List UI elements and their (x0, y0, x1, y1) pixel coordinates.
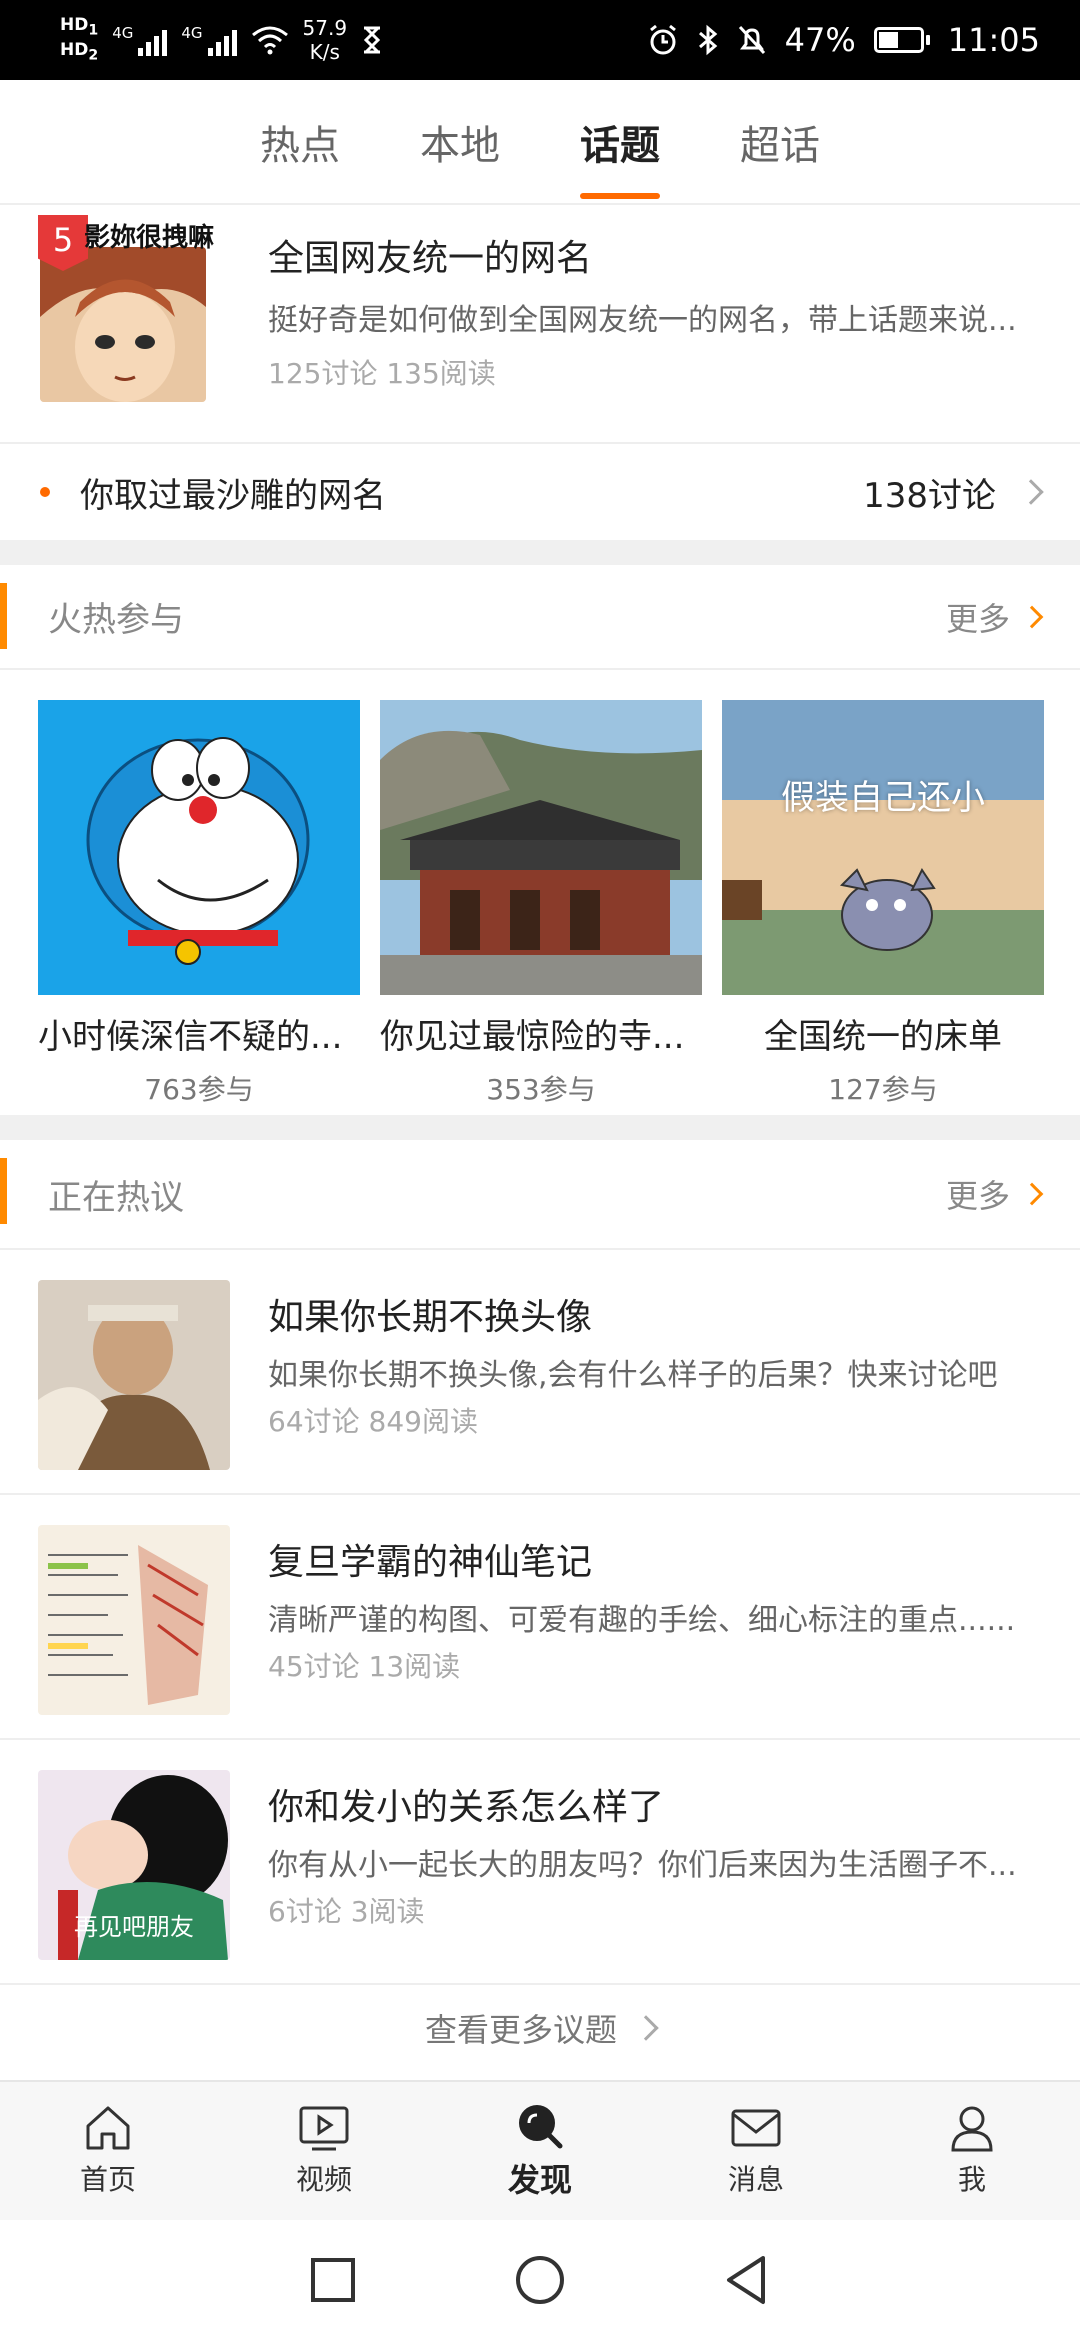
video-icon (299, 2106, 349, 2151)
discuss-item[interactable]: 再见吧朋友 你和发小的关系怎么样了 你有从小一起长大的朋友吗？你们后来因为生活圈… (0, 1740, 1080, 1985)
back-icon[interactable] (723, 2254, 771, 2306)
nav-messages[interactable]: 消息 (648, 2082, 864, 2220)
item-desc: 你有从小一起长大的朋友吗？你们后来因为生活圈子不... (268, 1848, 1017, 1883)
tab-local[interactable]: 本地 (420, 103, 500, 181)
topic-row-title: 你取过最沙雕的网名 (80, 475, 386, 516)
tab-hot[interactable]: 热点 (260, 103, 340, 181)
chevron-right-icon (1018, 479, 1044, 505)
battery-percent: 47% (784, 21, 856, 59)
tab-super-topics[interactable]: 超话 (740, 103, 820, 181)
section-divider (0, 1115, 1080, 1140)
featured-topic[interactable]: 5 影妳很拽嘛 全国网友统一的网名 挺好奇是如何做到全国网友统一的网名，带上话题… (0, 207, 1080, 442)
hot-section-header: 火热参与 更多 (0, 565, 1080, 670)
thumbnail-caption: 影妳很拽嘛 (84, 223, 215, 253)
app-root: HD1 HD2 4G 4G 57.9 K/s 47% 11:05 热点 本地 话… (0, 0, 1080, 2340)
status-bar: HD1 HD2 4G 4G 57.9 K/s 47% 11:05 (0, 0, 1080, 80)
item-desc: 清晰严谨的构图、可爱有趣的手绘、细心标注的重点...... (268, 1603, 1016, 1638)
nav-discover[interactable]: 发现 (432, 2082, 648, 2220)
card-overlay-text: 假装自己还小 (781, 778, 985, 818)
recent-apps-icon[interactable] (309, 2256, 357, 2304)
item-thumbnail (38, 1525, 230, 1715)
item-title: 你和发小的关系怎么样了 (268, 1787, 665, 1828)
card-count: 353参与 (486, 1073, 596, 1106)
discuss-section-header: 正在热议 更多 (0, 1140, 1080, 1250)
item-title: 复旦学霸的神仙笔记 (268, 1542, 593, 1583)
hd-indicator: HD1 HD2 (60, 14, 99, 64)
card-title: 你见过最惊险的寺... (380, 1017, 685, 1057)
item-desc: 如果你长期不换头像,会有什么样子的后果？快来讨论吧 (268, 1358, 998, 1393)
section-divider (0, 540, 1080, 565)
system-nav-bar (0, 2220, 1080, 2340)
home-icon (86, 2106, 130, 2150)
card-image (380, 700, 702, 995)
chevron-right-icon (633, 2014, 659, 2041)
hot-card[interactable]: 小时候深信不疑的... 763参与 (38, 700, 360, 1106)
topic-row[interactable]: 你取过最沙雕的网名 138讨论 (0, 442, 1080, 540)
hot-card[interactable]: 你见过最惊险的寺... 353参与 (380, 700, 702, 1106)
hot-section-title: 火热参与 (48, 600, 184, 640)
network-speed: 57.9 K/s (302, 16, 348, 64)
discuss-more-button[interactable]: 更多 (946, 1171, 1044, 1217)
wifi-icon (251, 26, 288, 55)
hot-card[interactable]: 假装自己还小 全国统一的床单 127参与 (722, 700, 1044, 1106)
battery-icon (873, 27, 930, 53)
discover-icon (519, 2105, 563, 2149)
item-title: 如果你长期不换头像 (268, 1297, 593, 1338)
home-button-icon[interactable] (514, 2254, 566, 2306)
card-count: 127参与 (828, 1073, 938, 1106)
discuss-item[interactable]: 如果你长期不换头像 如果你长期不换头像,会有什么样子的后果？快来讨论吧 64讨论… (0, 1250, 1080, 1495)
nav-profile[interactable]: 我 (864, 2082, 1080, 2220)
featured-thumbnail (40, 247, 206, 402)
nav-home[interactable]: 首页 (0, 2082, 216, 2220)
discuss-item[interactable]: 复旦学霸的神仙笔记 清晰严谨的构图、可爱有趣的手绘、细心标注的重点...... … (0, 1495, 1080, 1740)
item-meta: 64讨论 849阅读 (268, 1405, 478, 1438)
profile-icon (951, 2106, 993, 2152)
discuss-section-title: 正在热议 (48, 1177, 184, 1218)
nav-video[interactable]: 视频 (216, 2082, 432, 2220)
featured-meta: 125讨论 135阅读 (268, 357, 496, 390)
item-meta: 45讨论 13阅读 (268, 1650, 461, 1683)
featured-title: 全国网友统一的网名 (268, 238, 593, 279)
item-thumbnail: 再见吧朋友 (38, 1770, 230, 1960)
thumbnail-caption: 再见吧朋友 (74, 1913, 194, 1941)
item-meta: 6讨论 3阅读 (268, 1895, 425, 1928)
card-image (38, 700, 360, 995)
hourglass-icon (363, 26, 381, 54)
clock-time: 11:05 (947, 21, 1040, 59)
card-title: 全国统一的床单 (764, 1017, 1002, 1057)
chevron-right-icon (1020, 1182, 1044, 1206)
hot-cards: 小时候深信不疑的... 763参与 你见过最惊险的寺... 353参与 假装自己… (38, 700, 1048, 1106)
message-icon (731, 2109, 781, 2147)
hot-more-button[interactable]: 更多 (946, 594, 1044, 640)
see-more-topics-button[interactable]: 查看更多议题 (0, 1990, 1080, 2065)
top-tabs: 热点 本地 话题 超话 (0, 80, 1080, 205)
bottom-nav: 首页 视频 发现 消息 我 (0, 2080, 1080, 2220)
bullet-dot (40, 487, 50, 497)
card-image: 假装自己还小 (722, 700, 1044, 995)
tab-topics[interactable]: 话题 (580, 103, 660, 199)
card-count: 763参与 (144, 1073, 254, 1106)
item-thumbnail (38, 1280, 230, 1470)
mute-icon (738, 25, 765, 55)
chevron-right-icon (1020, 605, 1044, 628)
signal-icon-sim1: 4G (112, 24, 168, 56)
topic-row-count: 138讨论 (863, 475, 996, 516)
alarm-icon (649, 24, 676, 55)
card-title: 小时候深信不疑的... (38, 1017, 343, 1057)
bluetooth-icon (698, 24, 717, 56)
featured-desc: 挺好奇是如何做到全国网友统一的网名，带上话题来说... (268, 303, 1017, 338)
signal-icon-sim2: 4G (181, 24, 237, 56)
